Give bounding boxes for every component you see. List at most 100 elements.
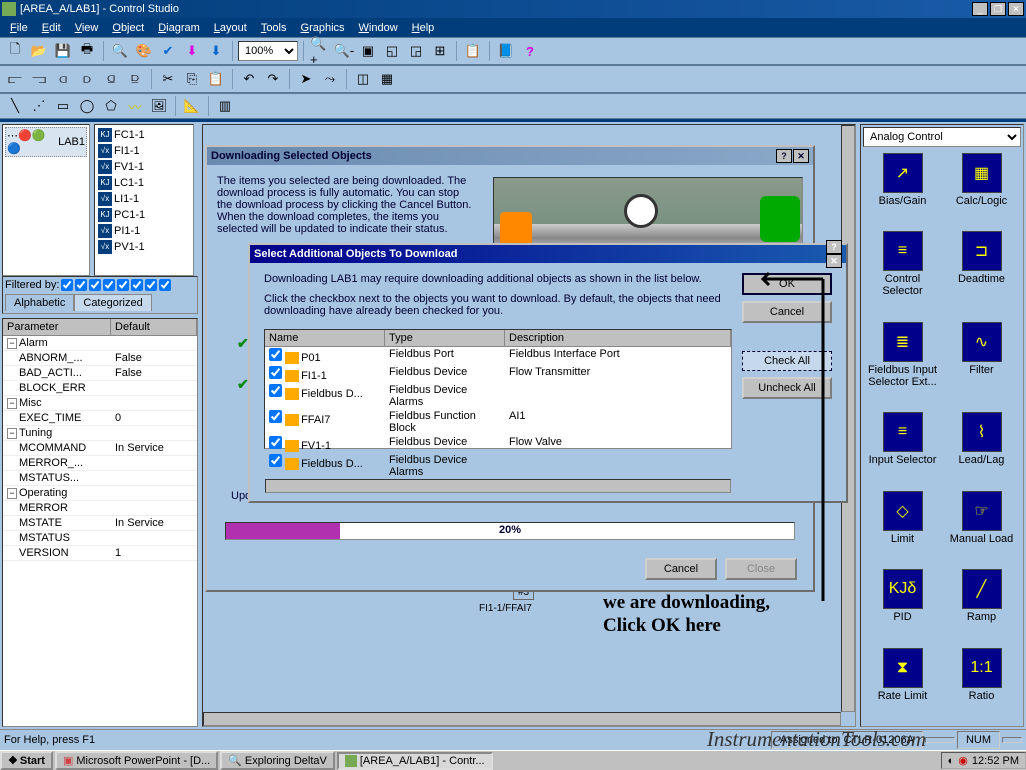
- col-type[interactable]: Type: [385, 330, 505, 347]
- select-dialog-title[interactable]: Select Additional Objects To Download ? …: [250, 245, 846, 263]
- row-checkbox[interactable]: [269, 348, 282, 361]
- filter-chk-1[interactable]: [61, 279, 73, 291]
- block-item[interactable]: √xFI1-1: [97, 143, 191, 159]
- palette-item[interactable]: ⊐Deadtime: [944, 231, 1019, 317]
- download-cancel-button[interactable]: Cancel: [645, 558, 717, 580]
- zoom-fit-icon[interactable]: ▣: [357, 40, 379, 62]
- list-row[interactable]: FFAI7Fieldbus Function BlockAI1: [265, 409, 731, 435]
- row-checkbox[interactable]: [269, 454, 282, 467]
- block-item[interactable]: √xLI1-1: [97, 191, 191, 207]
- copy-icon[interactable]: ⎘: [181, 68, 203, 90]
- block-item[interactable]: KJFC1-1: [97, 127, 191, 143]
- paste-icon[interactable]: 📋: [205, 68, 227, 90]
- palette-item[interactable]: KJδPID: [865, 569, 940, 643]
- select-help-button[interactable]: ?: [826, 240, 842, 254]
- menu-layout[interactable]: Layout: [208, 20, 253, 36]
- param-row[interactable]: MSTATEIn Service: [3, 516, 197, 531]
- pointer-icon[interactable]: ➤: [295, 68, 317, 90]
- col-desc[interactable]: Description: [505, 330, 731, 347]
- palette-item[interactable]: ⌇Lead/Lag: [944, 412, 1019, 486]
- book-icon[interactable]: 📘: [495, 40, 517, 62]
- menu-file[interactable]: File: [4, 20, 34, 36]
- curve-icon[interactable]: 〰: [124, 95, 146, 117]
- row-checkbox[interactable]: [269, 436, 282, 449]
- connect-icon[interactable]: ⤳: [319, 68, 341, 90]
- start-button[interactable]: ❖Start: [0, 751, 53, 770]
- tab-categorized[interactable]: Categorized: [74, 294, 151, 311]
- palette-item[interactable]: 1:1Ratio: [944, 648, 1019, 722]
- check-icon[interactable]: ✔: [157, 40, 179, 62]
- align-center-icon[interactable]: ⫎: [28, 68, 50, 90]
- param-group[interactable]: −Alarm: [3, 336, 197, 351]
- list-row[interactable]: Fieldbus D...Fieldbus Device Alarms: [265, 383, 731, 409]
- list-hscroll[interactable]: [265, 479, 731, 493]
- list-row[interactable]: FI1-1Fieldbus DeviceFlow Transmitter: [265, 365, 731, 383]
- row-checkbox[interactable]: [269, 366, 282, 379]
- zoom-sel-icon[interactable]: ◲: [405, 40, 427, 62]
- close-button[interactable]: ✕: [1008, 2, 1024, 16]
- tree-root[interactable]: ⋯🔴🟢🔵 LAB1: [5, 127, 87, 157]
- zoom-select[interactable]: 100%: [238, 41, 298, 61]
- param-row[interactable]: VERSION1: [3, 546, 197, 561]
- redo-icon[interactable]: ↷: [262, 68, 284, 90]
- menu-window[interactable]: Window: [353, 20, 404, 36]
- select-close-x[interactable]: ✕: [826, 254, 842, 268]
- ruler-icon[interactable]: 📐: [181, 95, 203, 117]
- menu-graphics[interactable]: Graphics: [295, 20, 351, 36]
- menu-edit[interactable]: Edit: [36, 20, 67, 36]
- block-item[interactable]: √xPV1-1: [97, 239, 191, 255]
- task-powerpoint[interactable]: ▣Microsoft PowerPoint - [D...: [55, 751, 218, 770]
- color-icon[interactable]: 🎨: [133, 40, 155, 62]
- param-row[interactable]: MSTATUS...: [3, 471, 197, 486]
- list-row[interactable]: Fieldbus D...Fieldbus Device Alarms: [265, 453, 731, 479]
- polygon-icon[interactable]: ⬠: [100, 95, 122, 117]
- filter-chk-6[interactable]: [131, 279, 143, 291]
- filter-chk-8[interactable]: [159, 279, 171, 291]
- zoom-out-icon[interactable]: 🔍-: [333, 40, 355, 62]
- param-row[interactable]: MERROR_...: [3, 456, 197, 471]
- upload-icon[interactable]: ⬇: [205, 40, 227, 62]
- new-icon[interactable]: 🗋: [4, 40, 26, 62]
- row-checkbox[interactable]: [269, 384, 282, 397]
- expander-icon[interactable]: −: [7, 398, 17, 409]
- align-left-icon[interactable]: ⫍: [4, 68, 26, 90]
- align-top-icon[interactable]: ⫐: [76, 68, 98, 90]
- save-icon[interactable]: 💾: [52, 40, 74, 62]
- param-row[interactable]: BLOCK_ERR: [3, 381, 197, 396]
- filter-chk-7[interactable]: [145, 279, 157, 291]
- help-icon[interactable]: ?: [519, 40, 541, 62]
- block-item[interactable]: √xPI1-1: [97, 223, 191, 239]
- palette-item[interactable]: ≣Fieldbus Input Selector Ext...: [865, 322, 940, 408]
- palette-item[interactable]: ⧗Rate Limit: [865, 648, 940, 722]
- col-name[interactable]: Name: [265, 330, 385, 347]
- row-checkbox[interactable]: [269, 410, 282, 423]
- filter-chk-2[interactable]: [75, 279, 87, 291]
- find-icon[interactable]: 🔍: [109, 40, 131, 62]
- tray-icon-2[interactable]: ◉: [958, 754, 968, 767]
- align-bottom-icon[interactable]: ⫒: [124, 68, 146, 90]
- expander-icon[interactable]: −: [7, 428, 17, 439]
- download-icon[interactable]: ⬇: [181, 40, 203, 62]
- param-row[interactable]: MSTATUS: [3, 531, 197, 546]
- expander-icon[interactable]: −: [7, 338, 17, 349]
- filter-chk-4[interactable]: [103, 279, 115, 291]
- palette-category[interactable]: Analog Control: [863, 127, 1021, 147]
- palette-item[interactable]: ≡Input Selector: [865, 412, 940, 486]
- tab-alphabetic[interactable]: Alphabetic: [5, 294, 74, 311]
- task-controlstudio[interactable]: [AREA_A/LAB1] - Contr...: [337, 752, 493, 770]
- filter-chk-5[interactable]: [117, 279, 129, 291]
- open-icon[interactable]: 📂: [28, 40, 50, 62]
- param-row[interactable]: MCOMMANDIn Service: [3, 441, 197, 456]
- list-row[interactable]: FV1-1Fieldbus DeviceFlow Valve: [265, 435, 731, 453]
- cut-icon[interactable]: ✂: [157, 68, 179, 90]
- param-hdr-default[interactable]: Default: [111, 319, 197, 335]
- menu-object[interactable]: Object: [106, 20, 150, 36]
- palette-item[interactable]: ☞Manual Load: [944, 491, 1019, 565]
- menu-help[interactable]: Help: [406, 20, 441, 36]
- canvas-hscroll[interactable]: [203, 712, 841, 726]
- props-icon[interactable]: 📋: [462, 40, 484, 62]
- menu-tools[interactable]: Tools: [255, 20, 293, 36]
- palette-item[interactable]: ╱Ramp: [944, 569, 1019, 643]
- tool-b-icon[interactable]: ▦: [376, 68, 398, 90]
- block-item[interactable]: √xFV1-1: [97, 159, 191, 175]
